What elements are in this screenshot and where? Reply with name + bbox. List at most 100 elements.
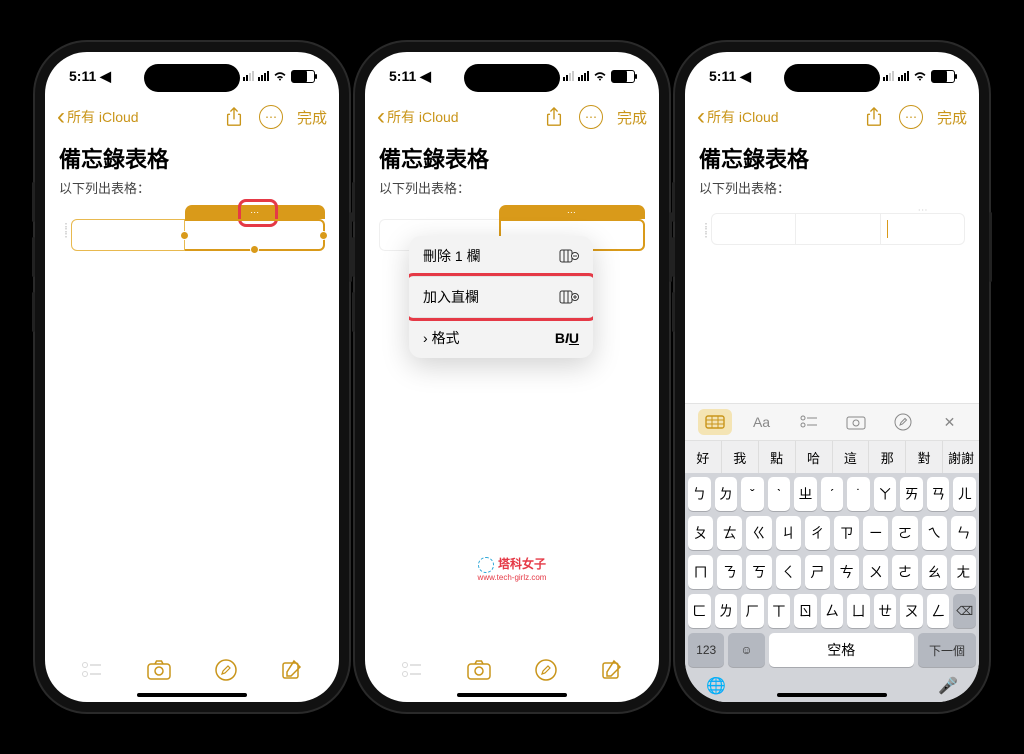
suggestion[interactable]: 好 [685,441,722,473]
back-button[interactable]: 所有 iCloud [377,107,459,127]
markup-format-icon[interactable] [886,409,920,435]
camera-format-icon[interactable] [839,409,873,435]
zhuyin-key[interactable]: ㄛ [892,516,917,550]
zhuyin-key[interactable]: ㄖ [794,594,817,628]
more-icon[interactable]: ⋯ [579,105,603,129]
globe-key[interactable]: 🌐 [706,676,726,696]
done-button[interactable]: 完成 [297,107,327,128]
zhuyin-key[interactable]: ㄐ [776,516,801,550]
suggestion[interactable]: 那 [869,441,906,473]
zhuyin-key[interactable]: ㄗ [834,516,859,550]
zhuyin-key[interactable]: ㄒ [768,594,791,628]
numeric-key[interactable]: 123 [688,633,724,667]
zhuyin-key[interactable]: ㄓ [794,477,817,511]
compose-icon[interactable] [281,659,303,681]
zhuyin-key[interactable]: ㄨ [863,555,888,589]
table-cell-selected[interactable] [185,219,325,251]
zhuyin-key[interactable]: ˇ [741,477,764,511]
zhuyin-key[interactable]: ㄑ [776,555,801,589]
zhuyin-key[interactable]: ㄉ [715,477,738,511]
done-button[interactable]: 完成 [617,107,647,128]
backspace-key[interactable]: ⌫ [953,594,976,628]
space-key[interactable]: 空格 [769,633,914,667]
table-cell[interactable] [71,219,185,251]
zhuyin-key[interactable]: ㄤ [951,555,976,589]
zhuyin-key[interactable]: ㄟ [922,516,947,550]
row-handle-icon[interactable]: ⋮⋮ [699,225,707,231]
zhuyin-key[interactable]: ㄕ [805,555,830,589]
close-format-icon[interactable]: ✕ [933,409,967,435]
zhuyin-key[interactable]: ㄝ [874,594,897,628]
row-handle-icon[interactable]: ⋮⋮ [59,225,67,231]
zhuyin-key[interactable]: ㄘ [834,555,859,589]
done-button[interactable]: 完成 [937,107,967,128]
zhuyin-key[interactable]: ㄔ [805,516,830,550]
menu-add-column[interactable]: 加入直欄 [409,277,593,318]
zhuyin-key[interactable]: ㄈ [688,594,711,628]
zhuyin-key[interactable]: ㄧ [863,516,888,550]
note-content[interactable]: 備忘錄表格 以下列出表格： ⋮⋮ ⋯ [45,134,339,646]
next-key[interactable]: 下一個 [918,633,976,667]
more-icon[interactable]: ⋯ [259,105,283,129]
checklist-icon[interactable] [401,661,423,679]
emoji-key[interactable]: ☺ [728,633,764,667]
zhuyin-key[interactable]: ㄦ [953,477,976,511]
home-indicator[interactable] [137,693,247,697]
zhuyin-key[interactable]: ㄋ [717,555,742,589]
column-handle[interactable]: ⋯ [499,205,645,219]
home-indicator[interactable] [777,693,887,697]
zhuyin-key[interactable]: ㄙ [821,594,844,628]
column-handle[interactable]: ⋯ [185,205,325,219]
resize-handle-icon[interactable] [180,231,189,240]
suggestion[interactable]: 我 [722,441,759,473]
table-cell-active[interactable] [881,213,965,245]
back-button[interactable]: 所有 iCloud [697,107,779,127]
zhuyin-key[interactable]: ㄊ [717,516,742,550]
zhuyin-key[interactable]: ㄎ [746,555,771,589]
column-handle-collapsed[interactable]: ⋯ [880,205,965,213]
suggestion[interactable]: 哈 [796,441,833,473]
zhuyin-key[interactable]: ㄢ [927,477,950,511]
note-table[interactable]: ⋯ [71,205,325,251]
suggestion[interactable]: 這 [833,441,870,473]
zhuyin-key[interactable]: ㄩ [847,594,870,628]
share-icon[interactable] [223,106,245,128]
camera-icon[interactable] [467,660,491,680]
markup-icon[interactable] [215,659,237,681]
suggestion[interactable]: 謝謝 [943,441,979,473]
table-format-icon[interactable] [698,409,732,435]
markup-icon[interactable] [535,659,557,681]
zhuyin-key[interactable]: ㄞ [900,477,923,511]
zhuyin-key[interactable]: ㄜ [892,555,917,589]
menu-delete-column[interactable]: 刪除 1 欄 [409,236,593,277]
zhuyin-key[interactable]: ㄍ [746,516,771,550]
text-format-button[interactable]: Aa [745,409,779,435]
zhuyin-key[interactable]: ㄚ [874,477,897,511]
suggestion[interactable]: 對 [906,441,943,473]
back-button[interactable]: 所有 iCloud [57,107,139,127]
zhuyin-key[interactable]: ㄠ [922,555,947,589]
zhuyin-key[interactable]: ˙ [847,477,870,511]
suggestion[interactable]: 點 [759,441,796,473]
checklist-icon[interactable] [81,661,103,679]
zhuyin-key[interactable]: ㄅ [688,477,711,511]
note-content[interactable]: 備忘錄表格 以下列出表格： ⋯ 刪除 1 欄 [365,134,659,646]
compose-icon[interactable] [601,659,623,681]
share-icon[interactable] [543,106,565,128]
zhuyin-key[interactable]: ㄡ [900,594,923,628]
zhuyin-key[interactable]: ㄏ [741,594,764,628]
resize-handle-icon[interactable] [319,231,328,240]
note-content[interactable]: 備忘錄表格 以下列出表格： ⋮⋮ ⋯ [685,134,979,346]
mic-key[interactable]: 🎤 [938,676,958,696]
zhuyin-key[interactable]: ㄆ [688,516,713,550]
more-icon[interactable]: ⋯ [899,105,923,129]
table-cell[interactable] [711,213,796,245]
home-indicator[interactable] [457,693,567,697]
checklist-format-icon[interactable] [792,409,826,435]
zhuyin-key[interactable]: ㄣ [951,516,976,550]
table-cell[interactable] [796,213,880,245]
camera-icon[interactable] [147,660,171,680]
zhuyin-key[interactable]: ㄇ [688,555,713,589]
share-icon[interactable] [863,106,885,128]
resize-handle-icon[interactable] [250,245,259,254]
